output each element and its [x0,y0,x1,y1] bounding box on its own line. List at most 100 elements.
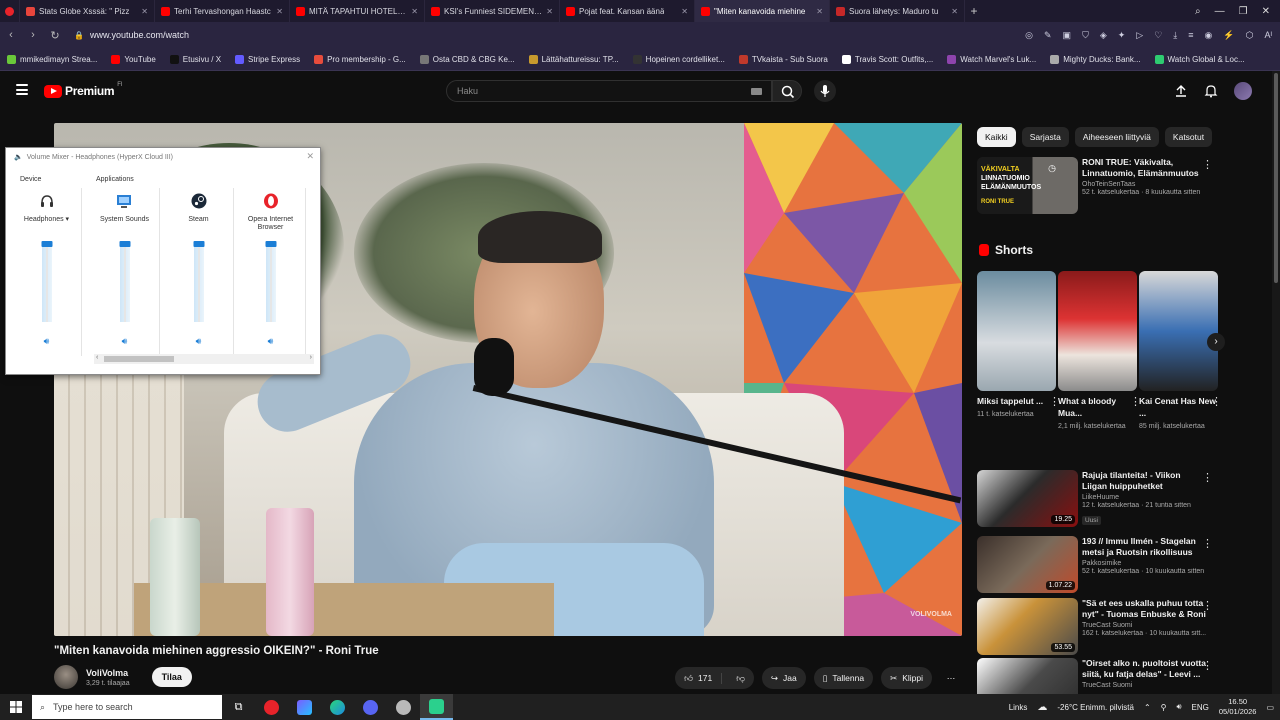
steam-taskbar-icon[interactable] [387,694,420,720]
notifications-bell-icon[interactable] [1204,84,1218,98]
taskbar-search-input[interactable]: ⌕ Type here to search [32,695,222,719]
close-tab-icon[interactable]: ✕ [951,7,958,16]
clock[interactable]: 16.50 05/01/2026 [1219,697,1257,717]
upload-icon[interactable] [1174,84,1188,98]
short-title[interactable]: Miksi tappelut ... [977,395,1056,407]
mixer-horizontal-scrollbar[interactable]: ‹ › [94,354,314,364]
extensions-icon[interactable]: ✦ [1118,30,1126,41]
edit-icon[interactable]: ✎ [1044,30,1052,41]
more-vert-icon[interactable]: ⋮ [1202,599,1213,612]
close-icon[interactable]: ✕ [306,151,314,162]
channel-name[interactable]: VoliVolma [86,668,130,678]
mute-speaker-icon[interactable]: 🔊︎ [268,336,274,347]
bookmark-item[interactable]: YouTube [104,54,162,64]
more-vert-icon[interactable]: ⋮ [1202,158,1213,171]
browser-tab[interactable]: MITÄ TAPAHTUI HOTELLIII ✕ [290,0,425,22]
notification-icon[interactable]: ▭ [1266,703,1274,712]
chevron-up-icon[interactable]: ⌃ [1144,703,1151,712]
bookmark-item[interactable]: Osta CBD & CBG Ke... [413,54,522,64]
weather-icon[interactable]: ☁ [1037,702,1047,713]
recommendation-thumbnail[interactable]: VÄKIVALTA LINNATUOMIO ELÄMÄNMUUTOS RONI … [977,157,1078,214]
recommendation-title[interactable]: "Sä et ees uskalla puhuu totta nyt" - Tu… [1082,598,1207,620]
dislike-button[interactable]: 👎︎ [727,673,754,684]
volume-slider-thumb[interactable] [41,241,52,247]
recommendation-thumbnail[interactable]: 1.07.22 [977,536,1078,593]
youtube-premium-logo[interactable]: Premium FI [44,82,123,98]
close-tab-icon[interactable]: ✕ [276,7,283,16]
shorts-next-button[interactable]: › [1207,333,1225,351]
bookmark-item[interactable]: Hopeinen cordelliket... [626,54,732,64]
network-icon[interactable]: ⚲ [1161,703,1167,712]
volume-slider-track[interactable] [197,244,200,322]
lens-icon[interactable]: ◎ [1025,30,1033,41]
close-tab-icon[interactable]: ✕ [816,7,823,16]
account-avatar[interactable] [1234,82,1252,100]
scroll-left-icon[interactable]: ‹ [96,354,98,361]
scroll-right-icon[interactable]: › [310,354,312,361]
clip-button[interactable]: ✂ Klippi [881,667,932,689]
recommendation-title[interactable]: Rajuja tilanteita! - Viikon Liigan huipp… [1082,470,1207,492]
opera-menu-icon[interactable] [0,0,20,22]
ai-icon[interactable]: Aᴵ [1264,30,1272,41]
mixer-channel-label[interactable]: Headphones ▾ [12,216,81,224]
mute-speaker-icon[interactable]: 🔊︎ [44,336,50,347]
share-button[interactable]: ↪ Jaa [761,667,806,689]
subscribe-button[interactable]: Tilaa [151,667,192,687]
vpn-icon[interactable]: ◈ [1100,30,1107,41]
shield-icon[interactable]: ⛉ [1082,30,1089,41]
short-thumbnail-1[interactable] [977,271,1056,391]
browser-tab[interactable]: Terhi Tervashongan Haastc ✕ [155,0,290,22]
filter-chip[interactable]: Kaikki [977,127,1016,147]
short-thumbnail-3[interactable] [1139,271,1218,391]
mute-speaker-icon[interactable]: 🔊︎ [122,336,128,347]
extension-b-icon[interactable]: ⬡ [1246,30,1254,41]
volume-slider-thumb[interactable] [265,241,276,247]
close-tab-icon[interactable]: ✕ [681,7,688,16]
recommendation-channel[interactable]: Pakkosimike [1082,560,1207,567]
browser-tab[interactable]: Pojat feat. Kansan äänä ✕ [560,0,695,22]
edge-taskbar-icon[interactable] [321,694,354,720]
more-actions-button[interactable]: ⋯ [940,667,962,689]
files-taskbar-icon[interactable] [288,694,321,720]
links-toolbar[interactable]: Links [1009,703,1028,712]
bookmark-item[interactable]: Pro membership - G... [307,54,413,64]
keyboard-icon[interactable] [751,88,762,95]
more-vert-icon[interactable]: ⋮ [1211,395,1222,408]
more-vert-icon[interactable]: ⋮ [1202,537,1213,550]
filter-chip[interactable]: Sarjasta [1021,127,1069,147]
close-tab-icon[interactable]: ✕ [546,7,553,16]
search-button[interactable] [772,80,802,102]
camera-icon[interactable]: ▣ [1063,30,1072,41]
recommendation-channel[interactable]: TrueCast Suomi [1082,622,1207,629]
search-input[interactable]: Haku [446,80,772,102]
profile-icon[interactable]: ◉ [1205,30,1213,41]
filter-chip[interactable]: Aiheeseen liittyviä [1074,127,1159,147]
bookmark-item[interactable]: Travis Scott: Outfits,... [835,54,940,64]
url-field[interactable]: 🔒 www.youtube.com/watch [74,30,1025,40]
menu-lines-icon[interactable]: ≡ [1188,30,1193,41]
recommendation-title[interactable]: "Oirset alko n. puoltoist vuotta siitä, … [1082,658,1207,680]
bookmark-item[interactable]: TVkaista - Sub Suora [732,54,835,64]
volume-slider-thumb[interactable] [119,241,130,247]
browser-tab[interactable]: KSI's Funniest SIDEMEN M ✕ [425,0,560,22]
channel-avatar[interactable] [54,665,78,689]
recommendation-item[interactable]: 53.55 "Sä et ees uskalla puhuu totta nyt"… [977,598,1217,656]
bookmark-item[interactable]: Stripe Express [228,54,307,64]
volume-slider-thumb[interactable] [193,241,204,247]
short-thumbnail-2[interactable] [1058,271,1137,391]
bookmark-item[interactable]: Mighty Ducks: Bank... [1043,54,1147,64]
volume-slider-track[interactable] [269,244,272,322]
more-vert-icon[interactable]: ⋮ [1202,471,1213,484]
browser-tab[interactable]: "Miten kanavoida miehine ✕ [695,0,830,22]
mixer-scroll-thumb[interactable] [104,356,174,362]
browser-tab[interactable]: Suora lähetys: Maduro tu ✕ [830,0,965,22]
discord-taskbar-icon[interactable] [354,694,387,720]
recommendation-channel[interactable]: OhoTeinSenTaas [1082,181,1207,188]
save-button[interactable]: ▯ Tallenna [813,667,874,689]
short-title[interactable]: Kai Cenat Has New ... [1139,395,1218,419]
minimize-button[interactable]: — [1215,6,1225,17]
reload-icon[interactable]: ↻ [44,29,66,42]
close-tab-icon[interactable]: ✕ [411,7,418,16]
recommendation-channel[interactable]: TrueCast Suomi [1082,682,1207,689]
forward-icon[interactable]: › [22,29,44,41]
